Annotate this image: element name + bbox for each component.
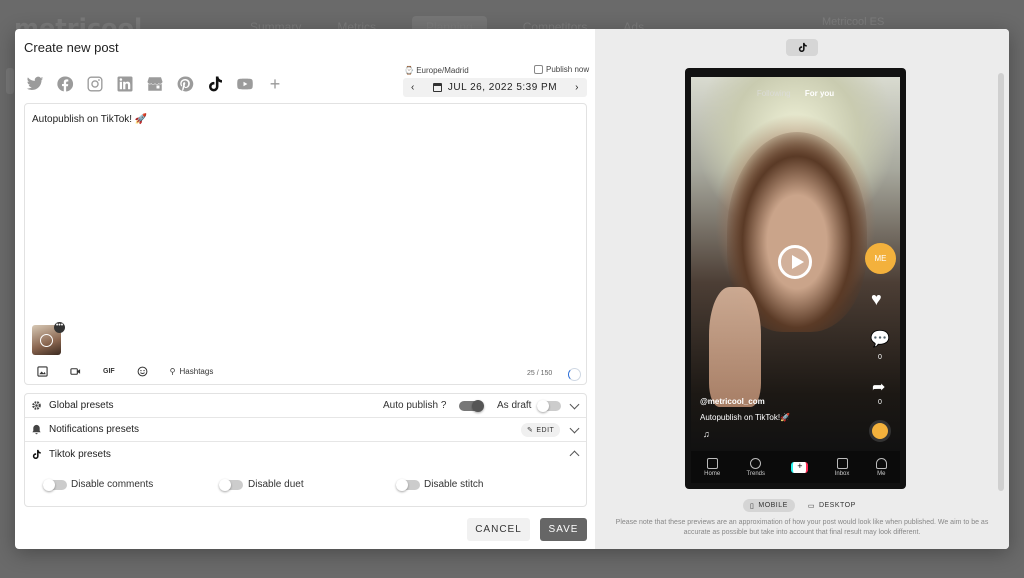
- feed-tabs: Following For you: [691, 89, 900, 98]
- next-date-icon[interactable]: ›: [575, 82, 579, 93]
- calendar-icon: [432, 83, 442, 92]
- global-presets-row[interactable]: Global presets Auto publish ? As draft: [25, 394, 586, 418]
- heart-icon[interactable]: ♥: [871, 289, 882, 310]
- chevron-up-icon[interactable]: [569, 450, 580, 461]
- music-icon: ♫: [703, 429, 710, 439]
- as-draft-toggle[interactable]: [537, 400, 561, 412]
- disable-stitch-label: Disable stitch: [424, 479, 484, 490]
- phone-preview: Following For you ME ♥ 💬 0 ➦ 0 @metricoo…: [685, 68, 906, 489]
- pencil-icon: ✎: [527, 427, 534, 434]
- plus-icon: +: [791, 461, 809, 473]
- instagram-icon[interactable]: [84, 73, 106, 95]
- progress-ring: [568, 368, 581, 381]
- video-preview[interactable]: Following For you ME ♥ 💬 0 ➦ 0 @metricoo…: [691, 77, 900, 451]
- user-menu: Metricool ES: [822, 16, 885, 28]
- mobile-view-button[interactable]: ▯ MOBILE: [743, 499, 795, 512]
- more-options-icon[interactable]: •••: [54, 322, 65, 333]
- side-tab: [6, 68, 14, 94]
- character-counter: 25 / 150: [527, 370, 553, 377]
- presets-panel: Global presets Auto publish ? As draft N…: [24, 393, 587, 507]
- pinterest-icon[interactable]: [174, 73, 196, 95]
- desktop-icon: ▭: [807, 502, 815, 510]
- google-business-icon[interactable]: [144, 73, 166, 95]
- auto-publish-toggle[interactable]: [459, 400, 484, 412]
- view-selector: ▯ MOBILE ▭ DESKTOP: [743, 499, 863, 512]
- nav-create[interactable]: +: [791, 461, 809, 473]
- play-icon: [40, 334, 53, 347]
- person-icon: [875, 457, 887, 469]
- chevron-down-icon[interactable]: [569, 399, 580, 410]
- gear-icon: [31, 400, 42, 411]
- comment-count: 0: [878, 354, 882, 361]
- nav-me[interactable]: Me: [875, 457, 887, 477]
- as-draft-label: As draft: [497, 400, 532, 411]
- phone-bottom-nav: Home Trends + Inbox Me: [691, 451, 900, 483]
- post-editor[interactable]: Autopublish on TikTok! 🚀 ••• GIF ⚲ Hashta…: [24, 103, 587, 385]
- linkedin-icon[interactable]: [114, 73, 136, 95]
- compass-icon: [750, 457, 762, 469]
- help-icon[interactable]: ?: [441, 400, 447, 411]
- image-icon[interactable]: [37, 366, 48, 377]
- search-icon: ⚲: [169, 367, 176, 376]
- disable-duet-toggle[interactable]: [219, 479, 243, 491]
- network-selector: +: [24, 73, 286, 95]
- share-icon[interactable]: ➦: [872, 377, 885, 397]
- nav-inbox[interactable]: Inbox: [835, 457, 849, 477]
- home-icon: [706, 457, 718, 469]
- cancel-button[interactable]: CANCEL: [467, 518, 530, 541]
- notifications-presets-row[interactable]: Notifications presets ✎ EDIT: [25, 418, 586, 442]
- twitter-icon[interactable]: [24, 73, 46, 95]
- date-picker[interactable]: ‹ JUL 26, 2022 5:39 PM ›: [403, 78, 587, 97]
- modal-title: Create new post: [24, 40, 119, 55]
- disable-comments-toggle[interactable]: [43, 479, 67, 491]
- editor-panel: Create new post + ⌚ Europe/Madrid Publis…: [15, 29, 595, 549]
- preview-network-tab[interactable]: [786, 39, 818, 56]
- tiktok-icon[interactable]: [204, 73, 226, 95]
- tab-for-you[interactable]: For you: [805, 89, 834, 98]
- mobile-icon: ▯: [750, 502, 755, 510]
- date-value[interactable]: JUL 26, 2022 5:39 PM: [448, 82, 557, 93]
- create-post-modal: Create new post + ⌚ Europe/Madrid Publis…: [15, 29, 1009, 549]
- auto-publish-label: Auto publish ?: [383, 400, 447, 411]
- preview-disclaimer: Please note that these previews are an a…: [615, 519, 989, 536]
- nav-home[interactable]: Home: [704, 457, 720, 477]
- publish-now-checkbox[interactable]: Publish now: [534, 65, 589, 74]
- tiktok-icon: [31, 449, 42, 460]
- inbox-icon: [836, 457, 848, 469]
- disable-comments-label: Disable comments: [71, 479, 154, 490]
- username[interactable]: @metricool_com: [700, 397, 765, 406]
- gif-button[interactable]: GIF: [103, 368, 115, 375]
- tiktok-icon: [798, 42, 807, 53]
- tiktok-presets-row[interactable]: Tiktok presets: [25, 442, 586, 466]
- tab-following[interactable]: Following: [757, 89, 791, 98]
- video-hand: [709, 287, 761, 407]
- nav-trends[interactable]: Trends: [747, 457, 765, 477]
- chevron-down-icon[interactable]: [569, 423, 580, 434]
- youtube-icon[interactable]: [234, 73, 256, 95]
- hashtags-button[interactable]: ⚲ Hashtags: [170, 367, 214, 376]
- caption: Autopublish on TikTok!🚀: [700, 413, 791, 422]
- preview-panel: Following For you ME ♥ 💬 0 ➦ 0 @metricoo…: [595, 29, 1009, 549]
- edit-button[interactable]: ✎ EDIT: [521, 423, 561, 437]
- avatar[interactable]: ME: [865, 243, 896, 274]
- emoji-icon[interactable]: [137, 366, 148, 377]
- save-button[interactable]: SAVE: [540, 518, 587, 541]
- play-icon[interactable]: [778, 245, 812, 279]
- comment-icon[interactable]: 💬: [870, 329, 890, 349]
- editor-toolbar: GIF ⚲ Hashtags: [37, 366, 213, 377]
- scrollbar[interactable]: [998, 73, 1004, 491]
- disable-duet-label: Disable duet: [248, 479, 304, 490]
- checkbox-icon[interactable]: [534, 65, 543, 74]
- prev-date-icon[interactable]: ‹: [411, 82, 415, 93]
- bell-icon: [31, 424, 42, 435]
- add-network-icon[interactable]: +: [264, 73, 286, 95]
- desktop-view-button[interactable]: ▭ DESKTOP: [801, 499, 863, 512]
- timezone-label[interactable]: ⌚ Europe/Madrid: [404, 66, 469, 75]
- post-text[interactable]: Autopublish on TikTok! 🚀: [32, 114, 147, 125]
- music-disc-icon[interactable]: [869, 420, 891, 442]
- disable-stitch-toggle[interactable]: [396, 479, 420, 491]
- facebook-icon[interactable]: [54, 73, 76, 95]
- share-count: 0: [878, 399, 882, 406]
- video-icon[interactable]: [70, 366, 81, 377]
